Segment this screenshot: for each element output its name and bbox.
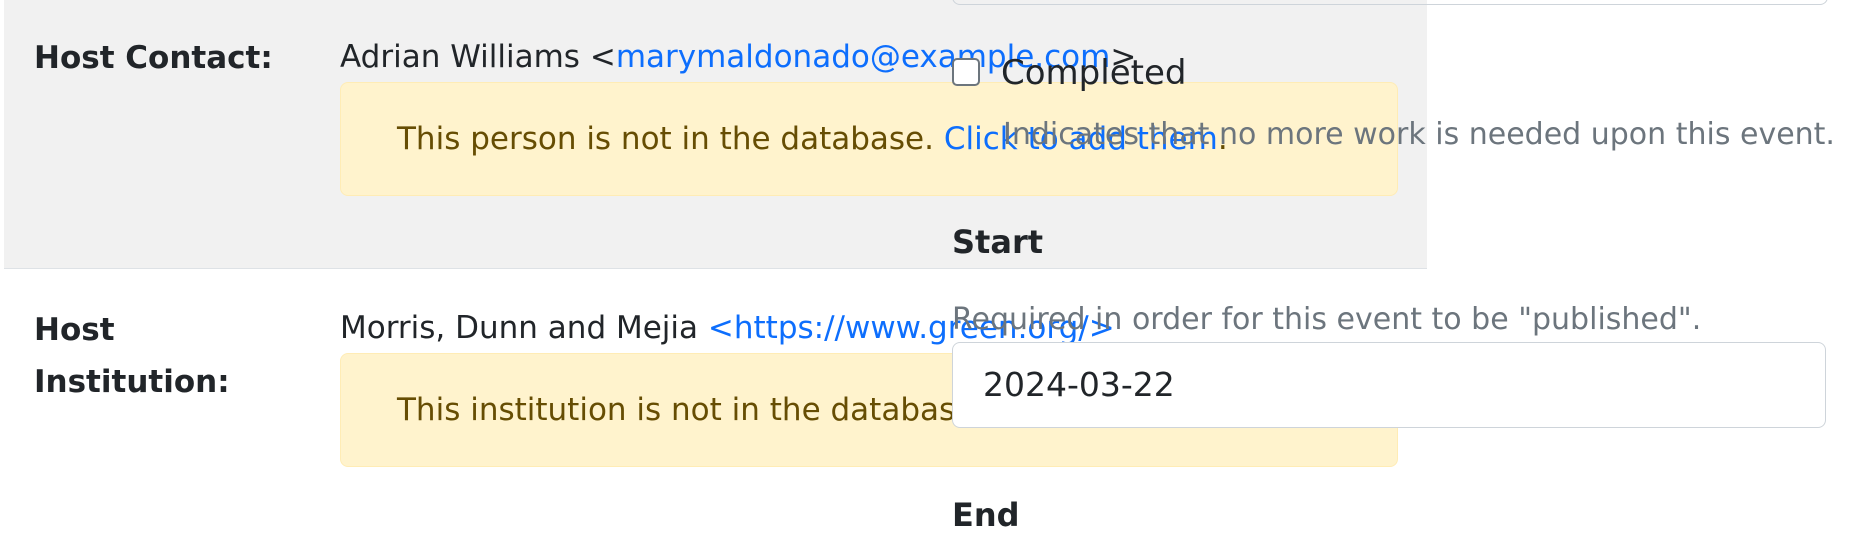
host-contact-alert-text: This person is not in the database. [397, 121, 934, 157]
host-institution-label: Host Institution: [34, 312, 230, 400]
host-institution-name: Morris, Dunn and Mejia [340, 310, 699, 346]
start-label: Start [952, 223, 1044, 261]
start-help-text: Required in order for this event to be "… [952, 302, 1702, 337]
host-contact-name: Adrian Williams [340, 39, 580, 75]
previous-field-input[interactable] [952, 0, 1828, 5]
completed-label[interactable]: Completed [1001, 51, 1186, 95]
end-label: End [952, 496, 1020, 534]
host-contact-label: Host Contact: [34, 40, 273, 76]
start-date-input[interactable]: 2024-03-22 [952, 342, 1826, 428]
completed-checkbox[interactable] [952, 58, 980, 86]
completed-help-text: Indicates that no more work is needed up… [1003, 117, 1835, 152]
